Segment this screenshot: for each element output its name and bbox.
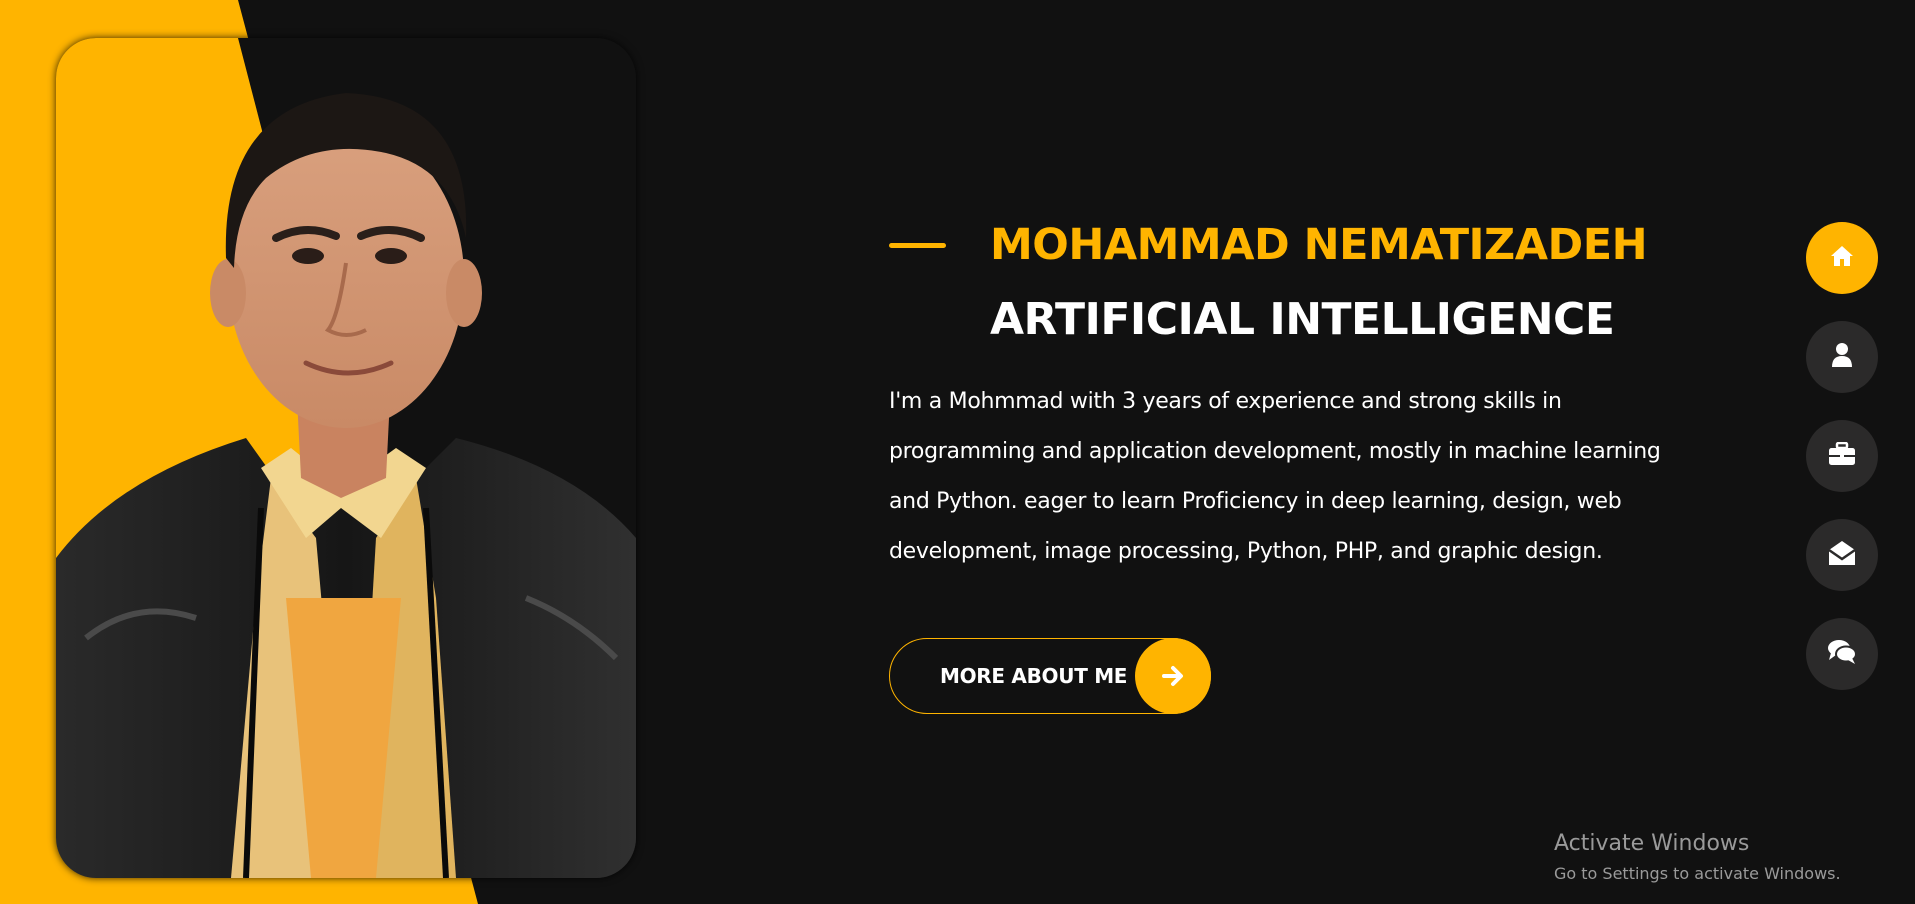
nav-home[interactable] xyxy=(1806,222,1878,294)
home-page: MOHAMMAD NEMATIZADEH ARTIFICIAL INTELLIG… xyxy=(0,0,1915,904)
watermark-subtitle: Go to Settings to activate Windows. xyxy=(1554,864,1841,883)
more-about-me-label: MORE ABOUT ME xyxy=(940,664,1128,688)
name-row: MOHAMMAD NEMATIZADEH xyxy=(889,210,1669,280)
nav-about[interactable] xyxy=(1806,321,1878,393)
comments-icon xyxy=(1827,639,1857,670)
side-nav xyxy=(1806,222,1878,717)
home-icon xyxy=(1830,245,1854,272)
hero-content: MOHAMMAD NEMATIZADEH ARTIFICIAL INTELLIG… xyxy=(889,210,1669,577)
windows-activation-watermark: Activate Windows Go to Settings to activ… xyxy=(1554,830,1841,886)
accent-dash xyxy=(889,242,946,248)
hero-role: ARTIFICIAL INTELLIGENCE xyxy=(990,294,1615,345)
watermark-title: Activate Windows xyxy=(1554,831,1750,856)
more-about-me-button[interactable]: MORE ABOUT ME xyxy=(889,638,1211,714)
user-icon xyxy=(1832,342,1852,372)
nav-blog[interactable] xyxy=(1806,618,1878,690)
profile-photo xyxy=(56,38,636,878)
hero-name: MOHAMMAD NEMATIZADEH xyxy=(990,220,1648,270)
nav-portfolio[interactable] xyxy=(1806,420,1878,492)
arrow-right-icon xyxy=(1135,638,1211,714)
envelope-open-icon xyxy=(1828,540,1856,571)
briefcase-icon xyxy=(1828,441,1856,471)
hero-bio: I'm a Mohmmad with 3 years of experience… xyxy=(889,389,1661,564)
nav-contact[interactable] xyxy=(1806,519,1878,591)
